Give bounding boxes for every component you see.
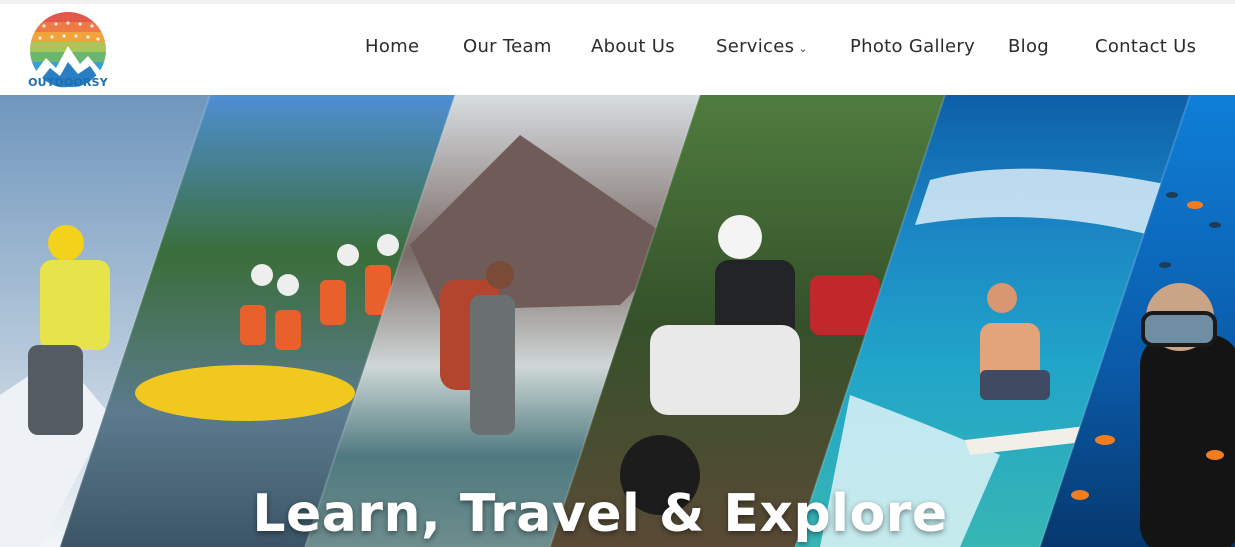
nav-about-us[interactable]: About Us: [591, 36, 675, 57]
hero-title: Learn, Travel & Explore: [252, 484, 948, 544]
main-nav: Home Our Team About Us Services ⌄ Photo G…: [0, 4, 1235, 95]
nav-contact-us[interactable]: Contact Us: [1095, 36, 1196, 57]
hero-banner: [0, 95, 1235, 547]
nav-home[interactable]: Home: [365, 36, 419, 57]
nav-services[interactable]: Services ⌄: [716, 36, 808, 57]
nav-services-label: Services: [716, 36, 795, 57]
hero-collage: [0, 95, 1235, 547]
site-header: OUTDOORSY Home Our Team About Us Service…: [0, 4, 1235, 95]
nav-our-team[interactable]: Our Team: [463, 36, 552, 57]
nav-blog[interactable]: Blog: [1008, 36, 1049, 57]
nav-photo-gallery[interactable]: Photo Gallery: [850, 36, 975, 57]
chevron-down-icon: ⌄: [798, 42, 808, 55]
